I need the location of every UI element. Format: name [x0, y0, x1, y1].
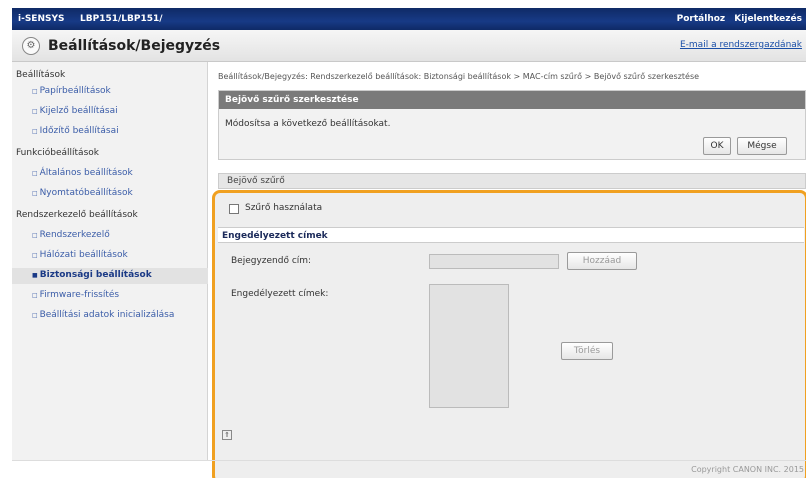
- header-links: Portálhoz Kijelentkezés: [671, 14, 802, 24]
- sidebar-item-general[interactable]: Általános beállítások: [32, 168, 133, 178]
- allowed-addresses-list[interactable]: [429, 284, 509, 408]
- use-filter-label[interactable]: Szűrő használata: [245, 203, 322, 213]
- email-admin-link[interactable]: E-mail a rendszergazdának: [680, 40, 802, 50]
- edit-box-message: Módosítsa a következő beállításokat.: [225, 119, 391, 129]
- allowed-addresses-header: Engedélyezett címek: [218, 227, 804, 243]
- delete-button[interactable]: Törlés: [561, 342, 613, 360]
- scroll-top-icon[interactable]: ⇑: [222, 430, 232, 440]
- title-bar: ⚙ Beállítások/Bejegyzés E-mail a rendsze…: [12, 30, 806, 62]
- main-content: Beállítások/Bejegyzés: Rendszerkezelő be…: [210, 62, 806, 478]
- brand-name: i-SENSYS: [18, 14, 65, 24]
- sidebar-item-init-settings[interactable]: Beállítási adatok inicializálása: [32, 310, 175, 320]
- sidebar-item-timer[interactable]: Időzítő beállításai: [32, 126, 119, 136]
- incoming-filter-header: Bejövő szűrő: [218, 173, 806, 189]
- sidebar: Beállítások Papírbeállítások Kijelző beá…: [12, 62, 208, 460]
- cancel-button[interactable]: Mégse: [737, 137, 787, 155]
- settings-logo-icon: ⚙: [22, 37, 40, 55]
- sidebar-item-printer[interactable]: Nyomtatóbeállítások: [32, 188, 133, 198]
- sidebar-item-security[interactable]: Biztonsági beállítások: [32, 270, 152, 280]
- footer: Copyright CANON INC. 2015: [12, 460, 806, 478]
- ok-button[interactable]: OK: [703, 137, 731, 155]
- copyright-text: Copyright CANON INC. 2015: [691, 465, 804, 474]
- sidebar-item-admin[interactable]: Rendszerkezelő: [32, 230, 110, 240]
- sidebar-item-network[interactable]: Hálózati beállítások: [32, 250, 128, 260]
- register-address-label: Bejegyzendő cím:: [231, 256, 312, 266]
- filter-settings-panel: Szűrő használata Engedélyezett címek Bej…: [212, 190, 806, 478]
- edit-box-header: Bejövő szűrő szerkesztése: [219, 91, 805, 109]
- register-address-input[interactable]: [429, 254, 559, 269]
- page-title: Beállítások/Bejegyzés: [48, 38, 221, 54]
- logout-link[interactable]: Kijelentkezés: [734, 14, 802, 24]
- top-bar: i-SENSYS LBP151/LBP151/ Portálhoz Kijele…: [12, 8, 806, 30]
- sidebar-group-system[interactable]: Rendszerkezelő beállítások: [16, 210, 138, 220]
- allowed-addresses-label: Engedélyezett címek:: [231, 289, 329, 299]
- sidebar-group-functions[interactable]: Funkcióbeállítások: [16, 148, 99, 158]
- portal-link[interactable]: Portálhoz: [677, 14, 726, 24]
- sidebar-item-paper[interactable]: Papírbeállítások: [32, 86, 111, 96]
- sidebar-item-display[interactable]: Kijelző beállításai: [32, 106, 118, 116]
- add-button[interactable]: Hozzáad: [567, 252, 637, 270]
- breadcrumb: Beállítások/Bejegyzés: Rendszerkezelő be…: [218, 72, 700, 81]
- edit-filter-box: Bejövő szűrő szerkesztése Módosítsa a kö…: [218, 90, 806, 160]
- use-filter-checkbox[interactable]: [229, 204, 239, 214]
- sidebar-group-settings[interactable]: Beállítások: [16, 70, 65, 80]
- model-name: LBP151/LBP151/: [80, 14, 163, 24]
- sidebar-item-firmware[interactable]: Firmware-frissítés: [32, 290, 120, 300]
